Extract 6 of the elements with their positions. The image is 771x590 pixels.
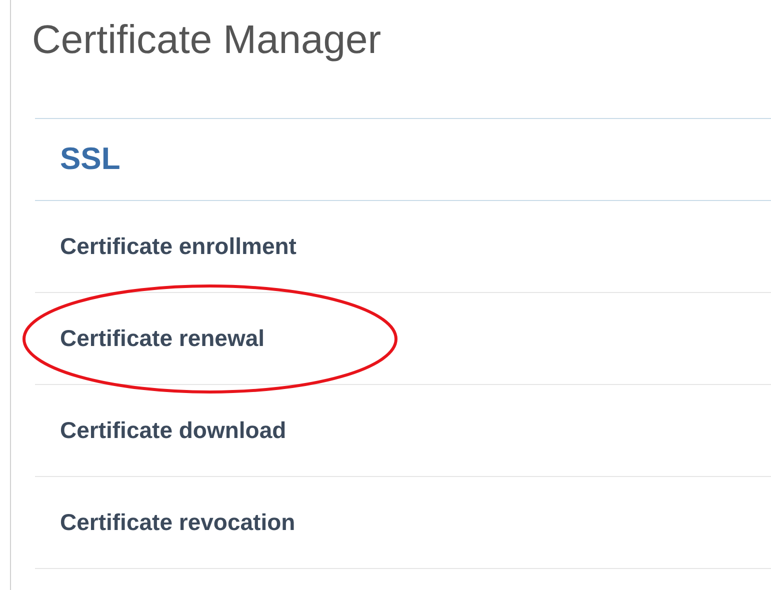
menu-link[interactable]: Certificate download [60,413,286,448]
menu-link[interactable]: Certificate renewal [60,321,265,356]
menu-link[interactable]: Certificate revocation [60,505,296,540]
menu-link[interactable]: Certificate enrollment [60,229,296,264]
section-heading: SSL [60,140,120,178]
page-title: Certificate Manager [32,17,382,64]
